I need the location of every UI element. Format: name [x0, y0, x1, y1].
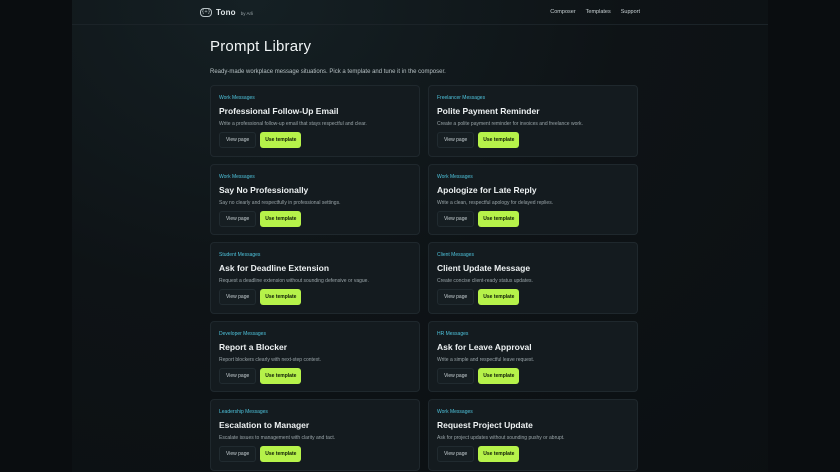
template-card: Client Messages Client Update Message Cr…	[428, 242, 638, 314]
card-category: Leadership Messages	[219, 409, 268, 415]
card-category: Student Messages	[219, 252, 261, 258]
use-template-button[interactable]: Use template	[260, 367, 302, 384]
template-card: Student Messages Ask for Deadline Extens…	[210, 242, 420, 314]
card-category: Client Messages	[437, 252, 474, 258]
card-description: Say no clearly and respectfully in profe…	[219, 199, 341, 206]
use-template-button[interactable]: Use template	[260, 289, 302, 305]
view-page-button[interactable]: View page	[219, 132, 257, 148]
use-template-button[interactable]: Use template	[478, 132, 520, 148]
view-page-button[interactable]: View page	[437, 289, 475, 305]
card-category: Developer Messages	[219, 330, 266, 337]
top-nav-bar: {+} Tono by Arli Composer Templates Supp…	[200, 0, 640, 24]
view-page-button[interactable]: View page	[437, 446, 475, 462]
page: {+} Tono by Arli Composer Templates Supp…	[0, 0, 840, 472]
card-category: Work Messages	[437, 409, 473, 415]
view-page-button[interactable]: View page	[219, 289, 257, 305]
card-category: Work Messages	[219, 95, 255, 101]
template-card: Work Messages Professional Follow-Up Ema…	[210, 85, 420, 157]
card-title: Escalation to Manager	[219, 420, 310, 430]
view-page-button[interactable]: View page	[437, 367, 475, 384]
card-description: Report blockers clearly with next-step c…	[219, 356, 321, 363]
nav-support[interactable]: Support	[621, 9, 640, 15]
card-actions: View page Use template	[219, 289, 302, 305]
card-title: Apologize for Late Reply	[437, 184, 537, 195]
brand-byline: by Arli	[240, 10, 254, 16]
card-title: Ask for Leave Approval	[437, 341, 532, 352]
use-template-button[interactable]: Use template	[478, 446, 520, 462]
card-actions: View page Use template	[437, 446, 520, 462]
use-template-button[interactable]: Use template	[260, 446, 302, 462]
card-actions: View page Use template	[219, 367, 302, 384]
use-template-button[interactable]: Use template	[478, 210, 520, 227]
card-actions: View page Use template	[437, 289, 520, 305]
card-category: Work Messages	[219, 173, 255, 180]
card-category: HR Messages	[437, 330, 469, 337]
card-title: Ask for Deadline Extension	[219, 263, 330, 273]
card-description: Create a polite payment reminder for inv…	[437, 121, 583, 127]
use-template-button[interactable]: Use template	[260, 210, 302, 227]
card-title: Request Project Update	[437, 420, 533, 430]
card-title: Polite Payment Reminder	[437, 106, 540, 116]
brand[interactable]: {+} Tono by Arli	[200, 7, 254, 17]
template-card: Developer Messages Report a Blocker Repo…	[210, 320, 420, 392]
card-title: Client Update Message	[437, 263, 531, 273]
template-card: Leadership Messages Escalation to Manage…	[210, 399, 420, 471]
page-subtitle: Ready-made workplace message situations.…	[210, 69, 446, 75]
card-actions: View page Use template	[219, 132, 302, 148]
template-card: Freelancer Messages Polite Payment Remin…	[428, 85, 638, 157]
right-gutter	[768, 0, 840, 472]
card-category: Work Messages	[437, 173, 473, 180]
card-description: Escalate issues to management with clari…	[219, 435, 336, 441]
card-category: Freelancer Messages	[437, 95, 486, 101]
view-page-button[interactable]: View page	[219, 446, 257, 462]
template-card: Work Messages Apologize for Late Reply W…	[428, 163, 638, 235]
view-page-button[interactable]: View page	[437, 210, 475, 227]
template-card: Work Messages Request Project Update Ask…	[428, 399, 638, 471]
template-card: HR Messages Ask for Leave Approval Write…	[428, 320, 638, 392]
use-template-button[interactable]: Use template	[260, 132, 302, 148]
card-title: Report a Blocker	[219, 341, 288, 352]
brand-name: Tono	[216, 7, 236, 17]
header-divider	[72, 24, 768, 25]
use-template-button[interactable]: Use template	[478, 289, 520, 305]
view-page-button[interactable]: View page	[219, 367, 257, 384]
brand-logo-icon: {+}	[200, 7, 212, 17]
card-description: Ask for project updates without sounding…	[437, 435, 565, 441]
card-actions: View page Use template	[437, 210, 520, 227]
template-card: Work Messages Say No Professionally Say …	[210, 163, 420, 235]
card-actions: View page Use template	[219, 446, 302, 462]
card-description: Request a deadline extension without sou…	[219, 278, 369, 284]
card-title: Say No Professionally	[219, 184, 309, 195]
page-title: Prompt Library	[210, 38, 312, 55]
card-title: Professional Follow-Up Email	[219, 106, 339, 116]
card-actions: View page Use template	[437, 367, 520, 384]
card-actions: View page Use template	[219, 210, 302, 227]
card-description: Write a simple and respectful leave requ…	[437, 356, 535, 363]
nav-composer[interactable]: Composer	[550, 9, 575, 15]
template-grid: Work Messages Professional Follow-Up Ema…	[210, 85, 638, 471]
use-template-button[interactable]: Use template	[478, 367, 520, 384]
card-description: Write a professional follow-up email tha…	[219, 121, 367, 127]
main-content: Prompt Library Ready-made workplace mess…	[210, 38, 638, 471]
view-page-button[interactable]: View page	[219, 210, 257, 227]
left-gutter	[0, 0, 72, 472]
card-description: Create concise client-ready status updat…	[437, 278, 533, 284]
nav-templates[interactable]: Templates	[586, 9, 611, 15]
card-actions: View page Use template	[437, 132, 520, 148]
view-page-button[interactable]: View page	[437, 132, 475, 148]
top-nav: Composer Templates Support	[550, 9, 640, 15]
card-description: Write a clean, respectful apology for de…	[437, 199, 554, 206]
